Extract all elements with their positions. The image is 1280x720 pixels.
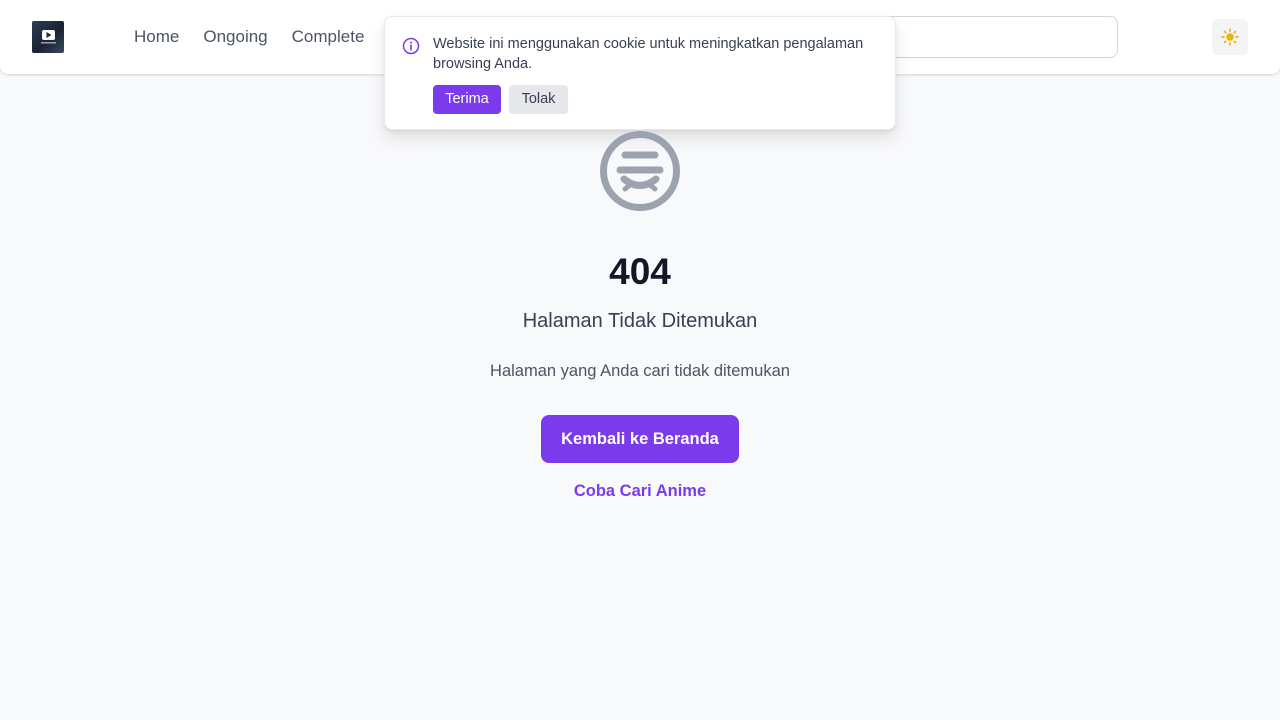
- error-code: 404: [609, 251, 671, 292]
- nav-complete[interactable]: Complete: [292, 27, 365, 47]
- play-logo-icon: [41, 30, 56, 44]
- search-anime-link[interactable]: Coba Cari Anime: [0, 480, 1280, 502]
- info-icon: [402, 37, 420, 55]
- error-title: Halaman Tidak Ditemukan: [522, 310, 758, 332]
- site-logo[interactable]: [32, 21, 64, 53]
- sad-face-icon: [600, 131, 680, 211]
- error-description: Halaman yang Anda cari tidak ditemukan: [490, 362, 790, 380]
- reject-cookie-button[interactable]: Tolak: [509, 85, 568, 114]
- theme-toggle-button[interactable]: [1212, 19, 1248, 55]
- back-home-button[interactable]: Kembali ke Beranda: [541, 415, 739, 463]
- cookie-message: Website ini menggunakan cookie untuk men…: [433, 36, 864, 72]
- accept-cookie-button[interactable]: Terima: [433, 85, 501, 114]
- sun-icon: [1221, 28, 1239, 46]
- main-nav: Home Ongoing Complete: [134, 0, 364, 74]
- nav-ongoing[interactable]: Ongoing: [203, 27, 267, 47]
- search-input[interactable]: [860, 16, 1118, 58]
- nav-home[interactable]: Home: [134, 27, 179, 47]
- cookie-consent-popup: Website ini menggunakan cookie untuk men…: [384, 16, 896, 130]
